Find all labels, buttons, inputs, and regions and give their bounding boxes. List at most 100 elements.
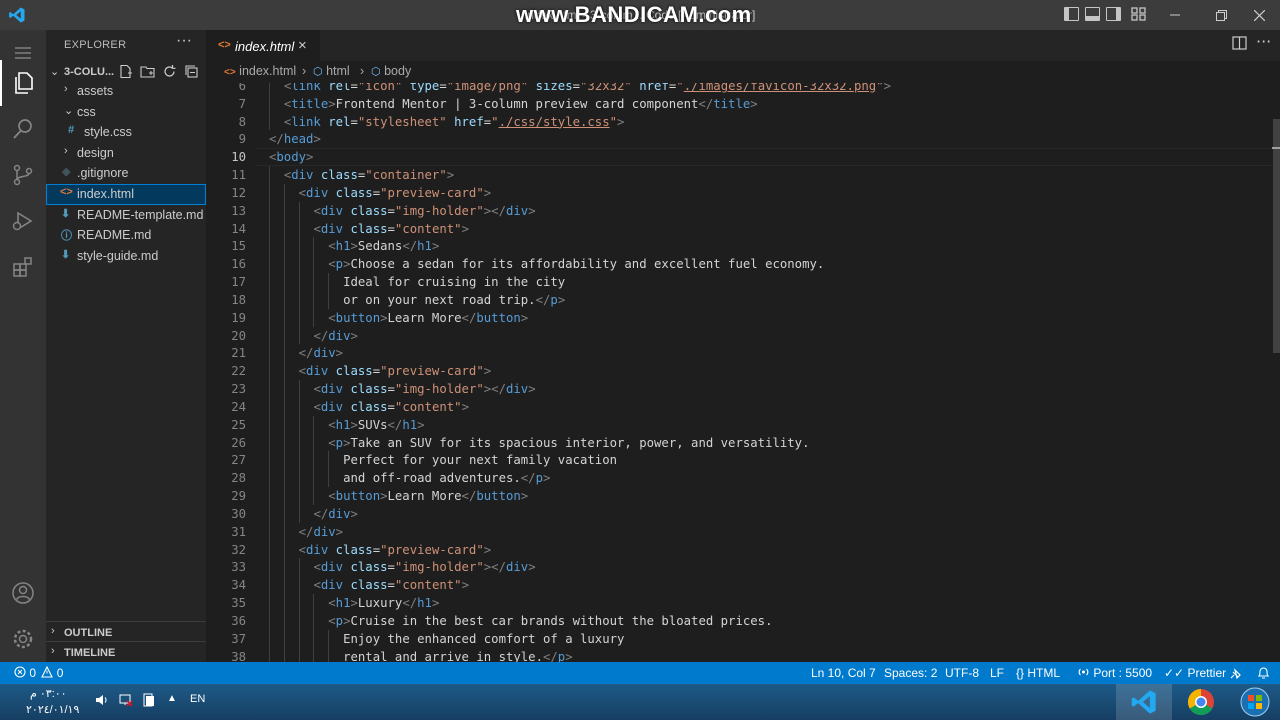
- cursor-position[interactable]: Ln 10, Col 7: [811, 666, 876, 680]
- code-token: =: [387, 221, 395, 236]
- code-line[interactable]: 36 <p>Cruise in the best car brands witho…: [206, 612, 1272, 630]
- code-line[interactable]: 37 Enjoy the enhanced comfort of a luxury: [206, 630, 1272, 648]
- encoding[interactable]: UTF-8: [945, 666, 979, 680]
- problems-indicator[interactable]: 0 0: [14, 665, 63, 680]
- minimize-button[interactable]: [1152, 0, 1198, 30]
- breadcrumb-html[interactable]: ⬡ html: [313, 64, 350, 78]
- split-editor-icon[interactable]: [1232, 36, 1247, 50]
- start-button[interactable]: [1228, 684, 1280, 720]
- refresh-icon[interactable]: [162, 64, 177, 79]
- code-line[interactable]: 11 <div class="container">: [206, 166, 1272, 184]
- toggle-primary-sidebar-icon[interactable]: [1064, 7, 1079, 21]
- code-token: <: [313, 399, 321, 414]
- editor-scrollbar[interactable]: [1272, 83, 1280, 662]
- close-window-button[interactable]: [1236, 0, 1280, 30]
- source-control-button[interactable]: [0, 152, 46, 198]
- code-line[interactable]: 12 <div class="preview-card">: [206, 184, 1272, 202]
- code-line[interactable]: 30 </div>: [206, 505, 1272, 523]
- search-button[interactable]: [0, 106, 46, 152]
- css-file-icon: #: [68, 124, 75, 137]
- clock-time[interactable]: ٠٣:٠٠ م: [30, 687, 67, 700]
- code-line[interactable]: 17 Ideal for cruising in the city: [206, 273, 1272, 291]
- accounts-button[interactable]: [0, 570, 46, 616]
- code-line[interactable]: 18 or on your next road trip.</p>: [206, 291, 1272, 309]
- volume-icon[interactable]: [95, 693, 109, 707]
- code-line[interactable]: 21 </div>: [206, 344, 1272, 362]
- notifications-bell-icon[interactable]: [1257, 666, 1270, 680]
- scrollbar-thumb[interactable]: [1273, 119, 1280, 353]
- code-token: div: [328, 506, 351, 521]
- manage-button[interactable]: [0, 616, 46, 662]
- code-line[interactable]: 16 <p>Choose a sedan for its affordabilit…: [206, 255, 1272, 273]
- tree-item-assets[interactable]: › assets: [46, 81, 206, 102]
- code-line[interactable]: 33 <div class="img-holder"></div>: [206, 558, 1272, 576]
- code-line[interactable]: 15 <h1>Sedans</h1>: [206, 237, 1272, 255]
- breadcrumb-file[interactable]: <> index.html: [224, 64, 296, 78]
- code-line[interactable]: 35 <h1>Luxury</h1>: [206, 594, 1272, 612]
- close-tab-icon[interactable]: ×: [298, 37, 307, 54]
- taskbar-chrome-button[interactable]: [1176, 684, 1226, 720]
- prettier-status[interactable]: ✓✓ Prettier: [1164, 666, 1226, 680]
- code-line[interactable]: 22 <div class="preview-card">: [206, 362, 1272, 380]
- breadcrumb-body[interactable]: ⬡ body: [371, 64, 411, 78]
- code-line[interactable]: 19 <button>Learn More</button>: [206, 309, 1272, 327]
- timeline-panel-header[interactable]: › TIMELINE: [46, 641, 206, 662]
- code-line[interactable]: 28 and off-road adventures.</p>: [206, 469, 1272, 487]
- tree-item-style-css[interactable]: # style.css: [46, 122, 206, 143]
- code-line[interactable]: 26 <p>Take an SUV for its spacious interi…: [206, 434, 1272, 452]
- code-line[interactable]: 31 </div>: [206, 523, 1272, 541]
- network-icon[interactable]: [119, 693, 133, 707]
- code-line[interactable]: 32 <div class="preview-card">: [206, 541, 1272, 559]
- code-line[interactable]: 38 rental and arrive in style.</p>: [206, 648, 1272, 662]
- code-token: href: [639, 83, 669, 93]
- outline-panel-header[interactable]: › OUTLINE: [46, 621, 206, 642]
- explorer-button[interactable]: [0, 60, 46, 106]
- code-line[interactable]: 8 <link rel="stylesheet" href="./css/styl…: [206, 113, 1272, 131]
- feedback-icon[interactable]: [1229, 667, 1243, 680]
- code-line[interactable]: 23 <div class="img-holder"></div>: [206, 380, 1272, 398]
- editor-more-actions-icon[interactable]: ···: [1256, 32, 1271, 51]
- code-line[interactable]: 7 <title>Frontend Mentor | 3-column previ…: [206, 95, 1272, 113]
- code-line[interactable]: 14 <div class="content">: [206, 220, 1272, 238]
- end-of-line[interactable]: LF: [990, 666, 1004, 680]
- code-line[interactable]: 9 </head>: [206, 130, 1272, 148]
- tab-index-html[interactable]: <> index.html ×: [206, 30, 320, 61]
- code-line[interactable]: 29 <button>Learn More</button>: [206, 487, 1272, 505]
- code-line[interactable]: 25 <h1>SUVs</h1>: [206, 416, 1272, 434]
- code-editor[interactable]: 6 <link rel="icon" type="image/png" sizes…: [206, 83, 1272, 662]
- run-debug-button[interactable]: [0, 198, 46, 244]
- toggle-panel-icon[interactable]: [1085, 7, 1100, 21]
- show-hidden-icons[interactable]: ▲: [167, 693, 177, 704]
- tree-item-gitignore[interactable]: ◆ .gitignore: [46, 163, 206, 184]
- language-mode[interactable]: {} HTML: [1016, 666, 1060, 680]
- more-actions-icon[interactable]: ···: [176, 32, 192, 50]
- input-language[interactable]: EN: [190, 693, 205, 705]
- hamburger-menu-icon: [15, 47, 31, 59]
- tree-item-readme-template-md[interactable]: ⬇ README-template.md: [46, 205, 206, 226]
- live-server-port[interactable]: Port : 5500: [1077, 666, 1152, 680]
- code-line[interactable]: 13 <div class="img-holder"></div>: [206, 202, 1272, 220]
- action-center-icon[interactable]: [143, 693, 155, 707]
- taskbar-vscode-button[interactable]: [1116, 684, 1172, 720]
- extensions-button[interactable]: [0, 244, 46, 290]
- new-file-icon[interactable]: [118, 64, 133, 79]
- tree-item-design[interactable]: › design: [46, 143, 206, 164]
- tree-item-readme-md[interactable]: ⓘ README.md: [46, 225, 206, 246]
- code-line[interactable]: 34 <div class="content">: [206, 576, 1272, 594]
- code-line[interactable]: 10 <body>: [206, 148, 1272, 166]
- tree-item-style-guide-md[interactable]: ⬇ style-guide.md: [46, 246, 206, 267]
- code-line[interactable]: 24 <div class="content">: [206, 398, 1272, 416]
- code-token: </: [698, 96, 714, 111]
- new-folder-icon[interactable]: [140, 64, 155, 79]
- collapse-all-icon[interactable]: [184, 64, 199, 79]
- clock-date[interactable]: ٢٠٢٤/٠١/١٩: [26, 703, 79, 716]
- indent-guide: [269, 83, 270, 95]
- code-line[interactable]: 27 Perfect for your next family vacation: [206, 451, 1272, 469]
- customize-layout-icon[interactable]: [1131, 7, 1146, 21]
- toggle-secondary-sidebar-icon[interactable]: [1106, 7, 1121, 21]
- tree-item-css[interactable]: ⌄ css: [46, 102, 206, 123]
- indentation[interactable]: Spaces: 2: [884, 666, 937, 680]
- code-line[interactable]: 20 </div>: [206, 327, 1272, 345]
- code-line[interactable]: 6 <link rel="icon" type="image/png" sizes…: [206, 83, 1272, 95]
- tree-item-index-html[interactable]: <> index.html: [46, 184, 206, 205]
